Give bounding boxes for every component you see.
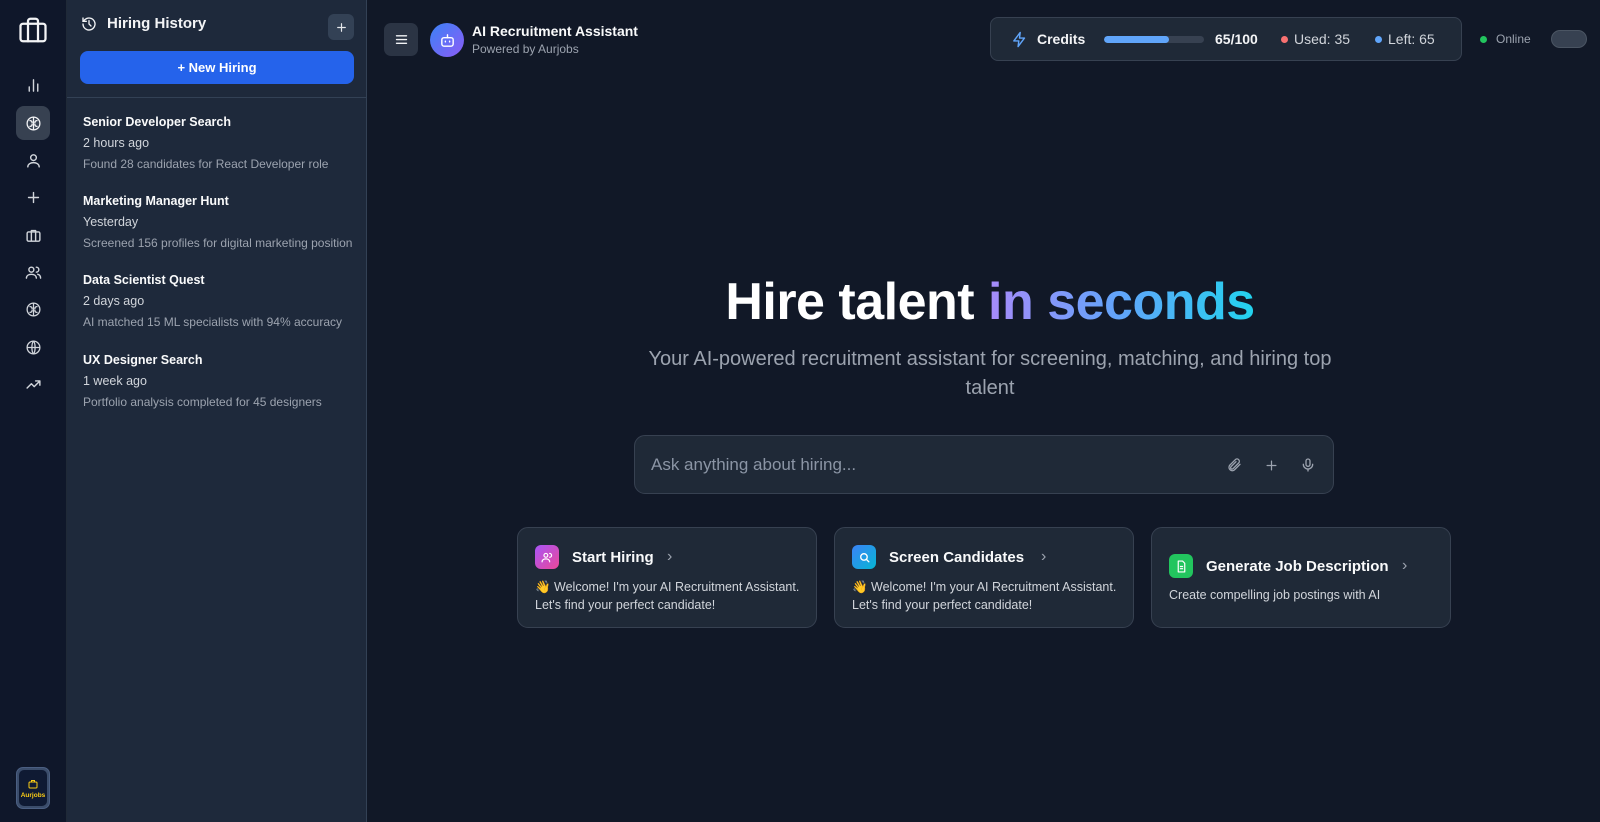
history-item-desc: Portfolio analysis completed for 45 desi… [83, 395, 322, 409]
credits-label: Credits [1037, 31, 1086, 47]
microphone-icon[interactable] [1299, 456, 1317, 474]
card-text: Create compelling job postings with AI [1169, 588, 1381, 602]
history-icon [82, 16, 96, 31]
history-item[interactable]: Marketing Manager Hunt Yesterday Screene… [83, 194, 358, 250]
card-title: Screen Candidates [889, 549, 1025, 566]
history-item-time: 1 week ago [83, 374, 147, 388]
screen-candidates-card[interactable]: Screen Candidates › 👋 Welcome! I'm your … [834, 527, 1134, 628]
menu-icon [395, 35, 407, 44]
history-item[interactable]: Senior Developer Search 2 hours ago Foun… [83, 115, 358, 171]
history-item-name: UX Designer Search [83, 353, 203, 367]
credits-used-label: Used: 35 [1294, 31, 1351, 47]
history-item-desc: Found 28 candidates for React Developer … [83, 157, 329, 171]
credits-panel: Credits 65/100 Used: 35 Left: 65 [990, 17, 1462, 61]
bot-icon [440, 33, 454, 47]
history-item-time: 2 days ago [83, 294, 145, 308]
history-item-name: Senior Developer Search [83, 115, 231, 129]
history-item[interactable]: UX Designer Search 1 week ago Portfolio … [83, 353, 358, 409]
attach-icon[interactable] [1225, 456, 1243, 474]
chevron-right-icon: › [1041, 548, 1047, 565]
history-header: Hiring History [81, 15, 206, 32]
ask-input[interactable] [651, 436, 1171, 493]
briefcase-icon[interactable] [16, 218, 50, 252]
theme-toggle[interactable] [1551, 30, 1587, 48]
plus-icon [336, 22, 346, 32]
trending-up-icon[interactable] [16, 367, 50, 401]
user-icon[interactable] [16, 143, 50, 177]
history-item-name: Data Scientist Quest [83, 273, 205, 287]
chevron-right-icon: › [667, 548, 673, 565]
chevron-right-icon: › [1402, 557, 1408, 574]
card-title: Generate Job Description [1206, 558, 1389, 575]
hero-subtitle: Your AI-powered recruitment assistant fo… [648, 348, 1332, 399]
icon-rail: Aurjobs [0, 0, 67, 822]
brain-icon[interactable] [16, 106, 50, 140]
briefcase-logo-icon[interactable] [18, 15, 48, 45]
brand-avatar[interactable]: Aurjobs [16, 767, 50, 809]
used-dot [1281, 35, 1288, 43]
divider [67, 97, 367, 98]
history-item-name: Marketing Manager Hunt [83, 194, 229, 208]
add-history-button[interactable] [328, 14, 354, 40]
history-item-desc: AI matched 15 ML specialists with 94% ac… [83, 315, 343, 329]
brand-logo: Aurjobs [19, 770, 47, 806]
card-text: 👋 Welcome! I'm your AI Recruitment Assis… [852, 580, 1117, 612]
app-subtitle: Powered by Aurjobs [472, 42, 579, 56]
online-status: Online [1480, 32, 1531, 46]
menu-button[interactable] [384, 23, 418, 56]
card-text: 👋 Welcome! I'm your AI Recruitment Assis… [535, 580, 800, 612]
credits-progress-bar [1104, 36, 1204, 43]
online-label: Online [1496, 32, 1531, 46]
credits-used: Used: 35 [1281, 31, 1350, 47]
ask-box [634, 435, 1334, 494]
hero-title-accent: in seconds [988, 273, 1255, 331]
hero-title: Hire talent in seconds [380, 272, 1600, 332]
left-dot [1375, 35, 1382, 43]
generate-job-description-card[interactable]: Generate Job Description › Create compel… [1151, 527, 1451, 628]
hero-title-plain: Hire talent [725, 273, 989, 331]
users-icon[interactable] [16, 255, 50, 289]
brand-label: Aurjobs [20, 791, 46, 799]
brain-alt-icon[interactable] [16, 292, 50, 326]
history-item-time: 2 hours ago [83, 136, 150, 150]
users-icon [535, 545, 559, 569]
online-dot [1480, 35, 1487, 43]
add-icon[interactable] [1262, 456, 1280, 474]
credits-left: Left: 65 [1375, 31, 1435, 47]
app-title: AI Recruitment Assistant [472, 23, 638, 39]
bot-avatar [430, 23, 464, 57]
globe-icon[interactable] [16, 330, 50, 364]
search-icon [852, 545, 876, 569]
history-item[interactable]: Data Scientist Quest 2 days ago AI match… [83, 273, 358, 329]
history-title: Hiring History [107, 15, 207, 32]
document-icon [1169, 554, 1193, 578]
start-hiring-card[interactable]: Start Hiring › 👋 Welcome! I'm your AI Re… [517, 527, 817, 628]
history-item-time: Yesterday [83, 215, 139, 229]
history-item-desc: Screened 156 profiles for digital market… [83, 236, 353, 250]
new-hiring-button[interactable]: + New Hiring [80, 51, 354, 84]
analytics-icon[interactable] [16, 68, 50, 102]
hiring-history-panel: Hiring History + New Hiring Senior Devel… [67, 0, 367, 822]
credits-progress-fill [1104, 36, 1169, 43]
credits-count: 65/100 [1215, 31, 1258, 47]
card-title: Start Hiring [572, 549, 654, 566]
bolt-icon [1013, 31, 1026, 48]
credits-left-label: Left: 65 [1388, 31, 1435, 47]
plus-icon[interactable] [16, 180, 50, 214]
